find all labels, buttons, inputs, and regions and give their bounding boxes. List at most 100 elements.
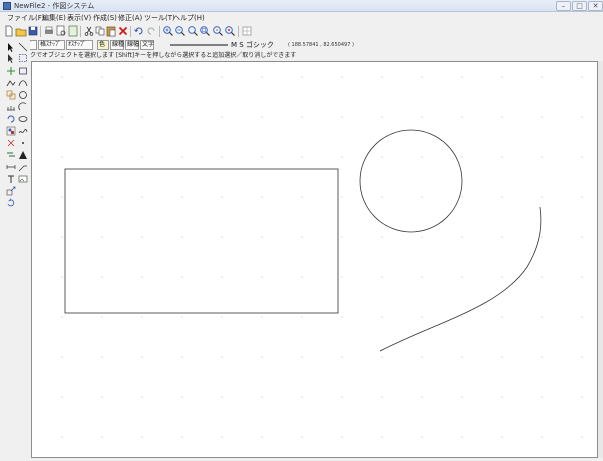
hatch-icon[interactable] bbox=[18, 150, 28, 160]
polyline-icon[interactable] bbox=[6, 78, 16, 88]
document-icon[interactable] bbox=[67, 25, 79, 37]
menu-tools[interactable]: ツール(T) bbox=[144, 13, 175, 23]
leader-icon[interactable] bbox=[18, 162, 28, 172]
grid-dot bbox=[101, 236, 103, 238]
dimension-icon[interactable] bbox=[6, 162, 16, 172]
grid-dot bbox=[221, 436, 223, 438]
move-icon[interactable] bbox=[6, 66, 16, 76]
grid-dot bbox=[61, 236, 63, 238]
paste-icon[interactable] bbox=[105, 25, 117, 37]
point-icon[interactable] bbox=[6, 138, 16, 148]
object-snap-button[interactable]: ｵｽﾅｯﾌﾟ bbox=[66, 40, 93, 50]
menu-help[interactable]: ヘルプ(H) bbox=[173, 13, 205, 23]
grid-dot bbox=[581, 156, 583, 158]
grid-snap-button[interactable]: 格ｽﾅｯﾌﾟ bbox=[38, 40, 65, 50]
app-icon bbox=[3, 2, 11, 10]
line-style-sample[interactable] bbox=[170, 44, 228, 46]
group-icon[interactable] bbox=[6, 126, 16, 136]
rectangle-select-icon[interactable] bbox=[18, 53, 28, 63]
select-arrow-2-icon[interactable] bbox=[6, 53, 16, 63]
grid-dot bbox=[581, 316, 583, 318]
measure-icon[interactable] bbox=[6, 102, 16, 112]
zoom-fit-icon[interactable] bbox=[187, 25, 199, 37]
curve-icon[interactable] bbox=[18, 78, 28, 88]
grid-dot bbox=[301, 76, 303, 78]
undo-icon[interactable] bbox=[133, 25, 145, 37]
menu-create[interactable]: 作成(S) bbox=[93, 13, 117, 23]
scale-icon[interactable] bbox=[6, 186, 16, 196]
select-arrow-icon[interactable] bbox=[6, 42, 16, 52]
print-icon[interactable] bbox=[43, 25, 55, 37]
circle-tool-icon[interactable] bbox=[18, 90, 28, 100]
image-icon[interactable] bbox=[18, 174, 28, 184]
color-button[interactable]: 色 bbox=[97, 40, 109, 50]
ellipse-icon[interactable] bbox=[18, 114, 28, 124]
grid-dot bbox=[141, 196, 143, 198]
grid-dot bbox=[501, 236, 503, 238]
grid-dot bbox=[181, 236, 183, 238]
grid-dot bbox=[341, 276, 343, 278]
grid-dot bbox=[421, 396, 423, 398]
grid-dot bbox=[181, 196, 183, 198]
right-scroll-area[interactable] bbox=[598, 61, 603, 458]
drawing-canvas[interactable] bbox=[31, 61, 598, 458]
undo-arc-icon[interactable] bbox=[6, 114, 16, 124]
menu-modify[interactable]: 修正(A) bbox=[118, 13, 142, 23]
grid-dot bbox=[581, 196, 583, 198]
minimize-button[interactable]: – bbox=[556, 1, 571, 11]
print-preview-icon[interactable] bbox=[55, 25, 67, 37]
fill-icon[interactable] bbox=[6, 150, 16, 160]
grid-dot bbox=[501, 116, 503, 118]
zoom-out-icon[interactable] bbox=[174, 25, 186, 37]
text-icon[interactable] bbox=[6, 174, 16, 184]
linetype-button[interactable]: 線種 bbox=[110, 40, 124, 50]
grid-dot bbox=[541, 396, 543, 398]
grid-dot bbox=[181, 156, 183, 158]
grid-dot bbox=[541, 436, 543, 438]
drawing-surface[interactable] bbox=[32, 62, 597, 457]
status-hint: 左クリックでオブジェクトを選択します [Shift]キーを押しながら選択すると追… bbox=[6, 52, 297, 59]
delete-icon[interactable] bbox=[117, 25, 129, 37]
grid-dot bbox=[301, 436, 303, 438]
arc-tool-icon[interactable] bbox=[18, 102, 28, 112]
save-icon[interactable] bbox=[27, 25, 39, 37]
redo-icon[interactable] bbox=[145, 25, 157, 37]
close-button[interactable]: ✕ bbox=[588, 1, 603, 11]
grid-dot bbox=[381, 276, 383, 278]
zoom-window-icon[interactable] bbox=[199, 25, 211, 37]
grid-dot bbox=[461, 196, 463, 198]
line-tool-icon[interactable] bbox=[18, 42, 28, 52]
font-name-label[interactable]: M S ゴシック bbox=[231, 40, 274, 50]
grid-dot bbox=[581, 76, 583, 78]
drawn-curve[interactable] bbox=[379, 206, 542, 352]
rotate-icon[interactable] bbox=[6, 198, 16, 208]
copy-object-icon[interactable] bbox=[6, 90, 16, 100]
grid-dot bbox=[221, 396, 223, 398]
spline-icon[interactable] bbox=[18, 126, 28, 136]
grid-dot bbox=[261, 156, 263, 158]
maximize-button[interactable]: □ bbox=[572, 1, 587, 11]
drawn-circle[interactable] bbox=[359, 129, 463, 233]
menu-file[interactable]: ファイル(F) bbox=[7, 13, 45, 23]
open-folder-icon[interactable] bbox=[15, 25, 27, 37]
box-icon[interactable] bbox=[18, 66, 28, 76]
menu-view[interactable]: 表示(V) bbox=[67, 13, 91, 23]
grid-dot bbox=[501, 316, 503, 318]
grid-dot bbox=[61, 116, 63, 118]
zoom-all-icon[interactable] bbox=[224, 25, 236, 37]
text-style-button[interactable]: 文字 bbox=[140, 40, 154, 50]
zoom-previous-icon[interactable] bbox=[212, 25, 224, 37]
grid-dot bbox=[181, 316, 183, 318]
grid-dot bbox=[141, 316, 143, 318]
menu-edit[interactable]: 編集(E) bbox=[42, 13, 66, 23]
drawn-rectangle[interactable] bbox=[64, 168, 339, 314]
grid-dot bbox=[501, 76, 503, 78]
linewidth-button[interactable]: 線幅 bbox=[125, 40, 139, 50]
zoom-in-icon[interactable] bbox=[162, 25, 174, 37]
grid-dot bbox=[381, 436, 383, 438]
new-file-icon[interactable] bbox=[3, 25, 15, 37]
grid-dot bbox=[221, 156, 223, 158]
dot-icon[interactable] bbox=[18, 138, 28, 148]
grid-dot bbox=[581, 396, 583, 398]
grid-icon[interactable] bbox=[241, 25, 253, 37]
